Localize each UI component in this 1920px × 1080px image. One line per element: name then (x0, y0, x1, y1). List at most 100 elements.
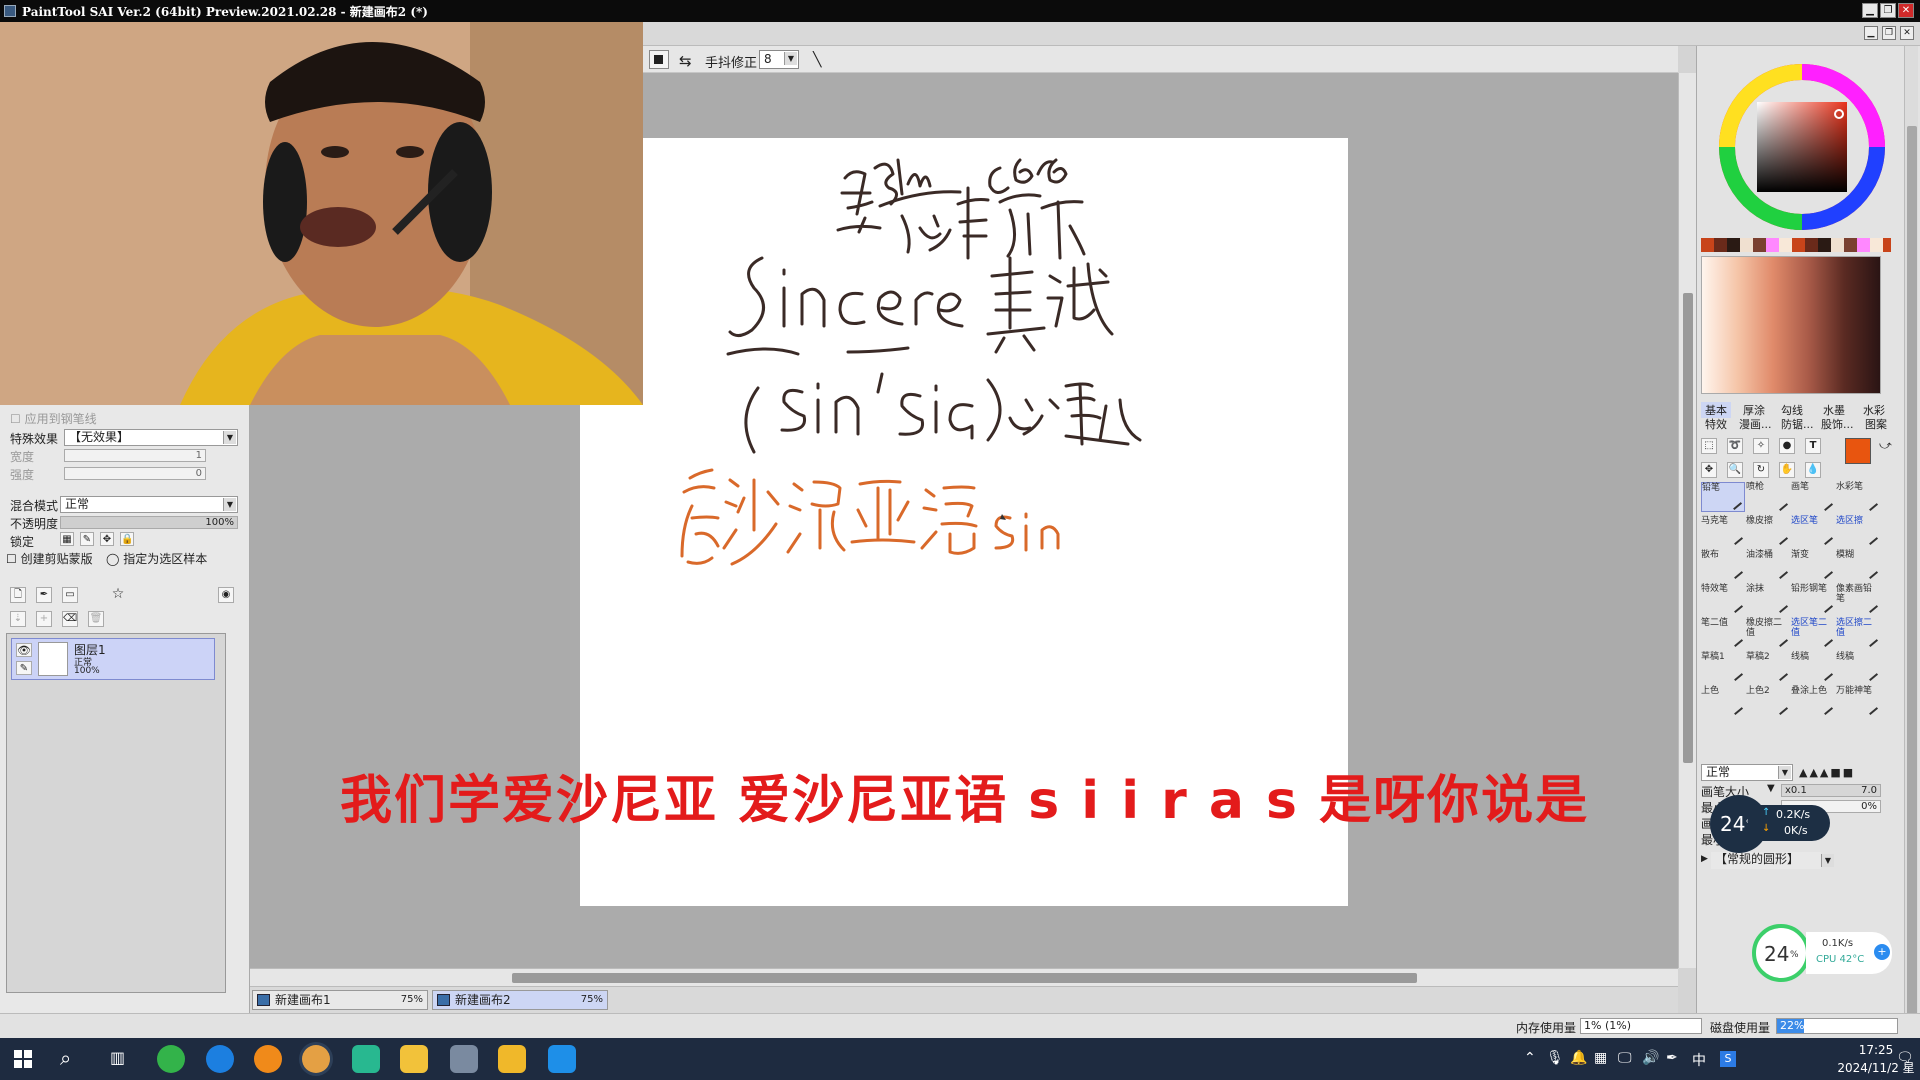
magic-wand-icon[interactable]: ✧ (1753, 438, 1769, 454)
eye-icon[interactable]: 👁 (16, 643, 32, 657)
pen-icon[interactable]: ✒ (1666, 1050, 1678, 1066)
brush-size-slider[interactable]: x0.1 7.0 (1781, 784, 1881, 797)
brush-tool-item[interactable]: 笔二值 (1701, 618, 1745, 648)
rect-select-icon[interactable]: ⬚ (1701, 438, 1717, 454)
hand-icon[interactable]: ✋ (1779, 462, 1795, 478)
brush-tool-item[interactable]: 草稿1 (1701, 652, 1745, 682)
monitor-icon[interactable]: 🖵 (1618, 1050, 1632, 1066)
brush-tab-pattern[interactable]: 图案 (1865, 416, 1887, 432)
doc-tab-1[interactable]: 新建画布1 75% (252, 990, 428, 1010)
brush-tool-item[interactable]: 橡皮擦 (1746, 516, 1790, 546)
brush-tool-item[interactable]: 上色2 (1746, 686, 1790, 716)
chevron-down-icon[interactable]: ▼ (1767, 783, 1775, 794)
merge-down-icon[interactable]: + (36, 611, 52, 627)
lock-move-icon[interactable]: ✥ (100, 532, 114, 546)
action-center-icon[interactable]: 🗨 (1896, 1050, 1914, 1066)
notes-app-icon[interactable] (400, 1045, 428, 1073)
new-folder-icon[interactable]: ▭ (62, 587, 78, 603)
brush-tool-item[interactable]: 画笔 (1791, 482, 1835, 512)
scroll-thumb[interactable] (512, 973, 1417, 983)
new-pen-layer-icon[interactable]: ✒ (36, 587, 52, 603)
lasso-icon[interactable]: ➰ (1727, 438, 1743, 454)
expand-triangle-icon[interactable]: ▶ (1701, 854, 1708, 864)
clip-mask-checkbox[interactable]: ☐ 创建剪贴蒙版 (6, 550, 93, 567)
vertical-scrollbar[interactable] (1678, 73, 1696, 968)
brush-tool-item[interactable]: 特效笔 (1701, 584, 1745, 614)
layer-row[interactable]: 👁 ✎ 图层1 正常 100% (11, 638, 215, 680)
painttool-sai-icon[interactable] (302, 1045, 330, 1073)
color-wheel[interactable] (1717, 62, 1887, 232)
color-palette[interactable] (1701, 256, 1881, 394)
edge-icon[interactable] (206, 1045, 234, 1073)
brush-tool-item[interactable]: 喷枪 (1746, 482, 1790, 512)
browser-360-icon[interactable] (157, 1045, 185, 1073)
panel-scrollbar[interactable] (1904, 46, 1918, 1026)
capture-app-icon[interactable] (450, 1045, 478, 1073)
brush-tab-antialias[interactable]: 防锯... (1781, 416, 1814, 432)
clear-layer-icon[interactable]: ⌫ (62, 611, 78, 627)
brush-tool-item[interactable]: 模糊 (1836, 550, 1880, 580)
layer-effect-icon[interactable]: ☆ (110, 587, 126, 603)
line-tool-icon[interactable]: ╲ (813, 52, 821, 68)
brush-tip-icons[interactable]: ▲▲▲■■ (1799, 766, 1855, 779)
chat-app-icon[interactable] (548, 1045, 576, 1073)
stabilizer-select[interactable]: 8 ▼ (759, 50, 799, 69)
lock-all-icon[interactable]: 🔒 (120, 532, 134, 546)
chevron-down-icon[interactable]: ▼ (1821, 854, 1834, 867)
brush-tab-comic[interactable]: 漫画... (1739, 416, 1772, 432)
delete-layer-icon[interactable]: 🗑 (88, 611, 104, 627)
opacity-slider[interactable]: 100% (60, 516, 238, 529)
file-explorer-icon[interactable] (498, 1045, 526, 1073)
layer-mask-icon[interactable]: ◉ (218, 587, 234, 603)
chevron-up-icon[interactable]: ⌃ (1524, 1050, 1536, 1066)
restore-button[interactable]: ❐ (1880, 3, 1896, 18)
brush-tool-item[interactable]: 线稿 (1791, 652, 1835, 682)
microphone-icon[interactable]: 🎙 (1546, 1050, 1564, 1066)
brush-tool-item[interactable]: 像素画铅笔 (1836, 584, 1880, 614)
close-button[interactable]: ✕ (1898, 3, 1914, 18)
brush-tool-item[interactable]: 涂抹 (1746, 584, 1790, 614)
new-layer-icon[interactable]: 🗋 (10, 587, 26, 603)
scroll-thumb[interactable] (1683, 293, 1693, 763)
swap-colors-icon[interactable]: ⤻ (1879, 438, 1892, 453)
horizontal-scrollbar[interactable] (250, 968, 1678, 986)
swatch-row[interactable] (1701, 238, 1891, 252)
brush-tool-item[interactable]: 油漆桶 (1746, 550, 1790, 580)
brush-mode-select[interactable]: 正常 ▼ (1701, 764, 1793, 781)
search-icon[interactable]: ⌕ (60, 1046, 71, 1070)
doc-tab-2[interactable]: 新建画布2 75% (432, 990, 608, 1010)
foreground-color[interactable] (1845, 438, 1871, 464)
brush-tool-item[interactable]: 选区笔 (1791, 516, 1835, 546)
flip-icon[interactable]: ⇆ (679, 52, 692, 70)
minimize-button[interactable]: ▁ (1862, 3, 1878, 18)
lock-transparency-icon[interactable]: ▦ (60, 532, 74, 546)
doc-close-button[interactable]: ✕ (1900, 26, 1914, 40)
brush-tool-item[interactable]: 铅笔 (1701, 482, 1745, 512)
shape-icon[interactable]: ● (1779, 438, 1795, 454)
brush-tool-item[interactable]: 马克笔 (1701, 516, 1745, 546)
scroll-thumb[interactable] (1907, 126, 1917, 1026)
brush-tool-item[interactable]: 选区擦二值 (1836, 618, 1880, 648)
brush-shape-select[interactable]: 【常规的圆形】 (1711, 852, 1821, 869)
brush-tool-item[interactable]: 上色 (1701, 686, 1745, 716)
zoom-icon[interactable]: 🔍 (1727, 462, 1743, 478)
cube-app-icon[interactable] (352, 1045, 380, 1073)
brush-tool-item[interactable]: 线稿 (1836, 652, 1880, 682)
brush-tab-effect[interactable]: 特效 (1705, 416, 1727, 432)
brush-tool-item[interactable]: 选区擦 (1836, 516, 1880, 546)
lock-paint-icon[interactable]: ✎ (80, 532, 94, 546)
widget-grid-icon[interactable]: ▦ (1594, 1050, 1607, 1066)
eyedropper-icon[interactable]: 💧 (1805, 462, 1821, 478)
width-slider[interactable]: 1 (64, 449, 206, 462)
move-icon[interactable]: ✥ (1701, 462, 1717, 478)
apply-to-pen-checkbox[interactable]: ☐ 应用到钢笔线 (10, 410, 97, 427)
rotate-icon[interactable]: ↻ (1753, 462, 1769, 478)
brush-tab-ornament[interactable]: 股饰... (1821, 416, 1854, 432)
speaker-icon[interactable]: 🔊 (1642, 1050, 1659, 1066)
brush-tool-item[interactable]: 选区笔二值 (1791, 618, 1835, 648)
selection-toggle-button[interactable] (649, 50, 669, 69)
blend-select[interactable]: 正常 ▼ (60, 496, 238, 513)
brush-tool-item[interactable]: 草稿2 (1746, 652, 1790, 682)
brush-tool-item[interactable]: 叠涂上色 (1791, 686, 1835, 716)
strength-slider[interactable]: 0 (64, 467, 206, 480)
